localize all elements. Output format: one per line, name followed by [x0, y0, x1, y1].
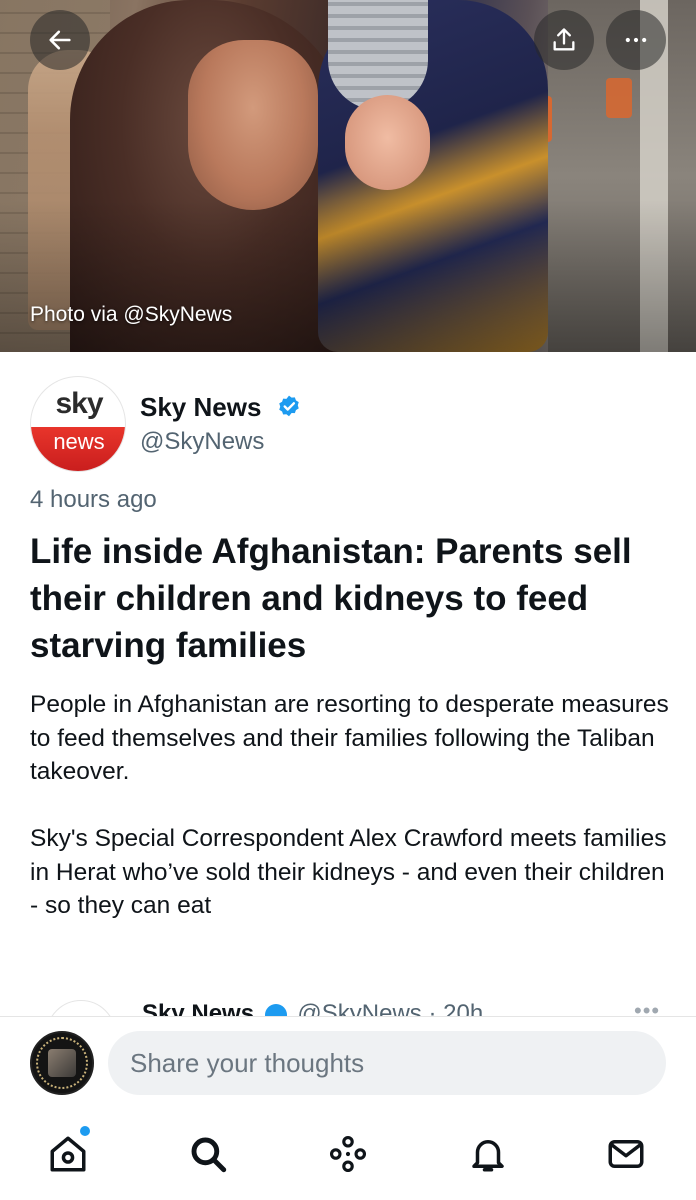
tab-spaces[interactable]	[324, 1130, 372, 1178]
verified-badge-icon	[264, 1003, 287, 1016]
more-button[interactable]	[606, 10, 666, 70]
share-upload-icon	[553, 28, 575, 51]
bottom-tab-bar	[0, 1106, 696, 1200]
more-horizontal-icon	[625, 37, 647, 43]
bell-icon	[472, 1140, 504, 1172]
photo-orange-vest	[606, 78, 632, 118]
article-headline[interactable]: Life inside Afghanistan: Parents sell th…	[30, 528, 680, 669]
tab-messages[interactable]	[602, 1130, 650, 1178]
photo-credit: Photo via @SkyNews	[30, 303, 233, 326]
avatar-image	[48, 1049, 76, 1077]
current-user-avatar[interactable]	[30, 1031, 94, 1095]
next-tweet-more-icon[interactable]: •••	[634, 998, 660, 1016]
home-notification-dot	[80, 1126, 90, 1136]
article-paragraph: Sky's Special Correspondent Alex Crawfor…	[30, 825, 667, 919]
next-tweet-name: Sky News	[142, 1000, 255, 1016]
mail-icon	[608, 1140, 644, 1168]
home-icon	[50, 1136, 86, 1172]
next-tweet-meta: Sky News @SkyNews · 20h	[142, 1000, 483, 1016]
search-icon	[191, 1137, 227, 1173]
author-name[interactable]: Sky News	[140, 392, 261, 423]
photo-baby-hat	[328, 0, 428, 110]
back-button[interactable]	[30, 10, 90, 70]
next-tweet-handle-time: @SkyNews · 20h	[297, 1000, 484, 1016]
article-paragraph: People in Afghanistan are resorting to d…	[30, 691, 669, 785]
avatar-logo-bottom: news	[53, 429, 105, 454]
avatar-logo-top: sky	[55, 387, 103, 420]
share-button[interactable]	[534, 10, 594, 70]
reply-bar	[0, 1016, 696, 1106]
photo-baby-face	[345, 95, 430, 190]
next-tweet-preview[interactable]: Sky News @SkyNews · 20h •••	[0, 996, 696, 1016]
timestamp: 4 hours ago	[30, 486, 157, 513]
author-avatar[interactable]: sky news	[30, 376, 126, 472]
tab-home[interactable]	[44, 1130, 92, 1178]
tab-search[interactable]	[184, 1130, 232, 1178]
verified-badge-icon	[279, 395, 299, 417]
photo-shade	[0, 200, 696, 352]
spaces-icon	[329, 1135, 367, 1173]
author-handle[interactable]: @SkyNews	[140, 428, 264, 456]
photo-woman-face	[188, 40, 318, 210]
share-thoughts-input[interactable]	[108, 1031, 666, 1095]
next-tweet-avatar[interactable]	[46, 1000, 116, 1016]
hero-photo[interactable]	[0, 0, 696, 352]
tab-notifications[interactable]	[464, 1130, 512, 1178]
arrow-left-icon	[49, 30, 71, 50]
